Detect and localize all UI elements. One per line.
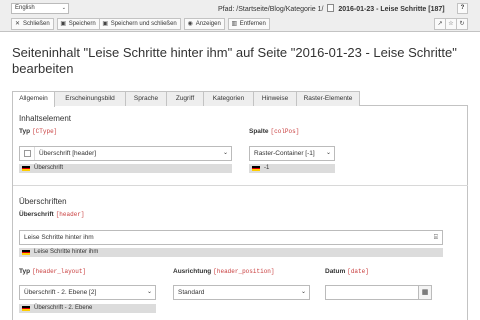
view-button[interactable]: ◉ Anzeigen [183,18,225,30]
delete-button-label: Entfernen [239,21,266,27]
colpos-label-text: Spalte [249,128,269,135]
section-title-inhaltselement: Inhaltselement [19,114,72,123]
german-flag-icon [22,306,30,311]
save-and-close-button-label: Speichern und schließen [110,21,177,27]
save-button[interactable]: ▣ Speichern [56,18,100,30]
colpos-original-value: -1 [249,164,335,173]
header-label: Überschrift [header] [19,211,85,218]
header-position-field-code: [header_position] [213,268,275,275]
colpos-field-code: [colPos] [270,128,300,135]
header-layout-label: Typ [header_layout] [19,268,86,275]
breadcrumb-current-page: 2016-01-23 - Leise Schritte [187] [338,6,445,13]
date-label: Datum [date] [325,268,369,275]
open-new-window-icon: ↗ [437,21,443,27]
header-original-value: Leise Schritte hinter ihm [19,248,443,257]
help-button[interactable]: ? [457,3,468,14]
ctype-field-code: [CType] [32,128,58,135]
chevron-down-icon: ⌄ [300,289,306,295]
header-layout-select-value: Überschrift - 2. Ebene [2] [24,289,97,296]
header-position-select[interactable]: Standard ⌄ [173,285,310,300]
close-icon: ✕ [14,20,21,27]
header-position-label: Ausrichtung [header_position] [173,268,275,275]
chevron-down-icon: ⌄ [325,150,331,156]
save-icon: ▣ [60,20,67,27]
colpos-original-text: -1 [264,165,270,171]
colpos-label: Spalte [colPos] [249,128,299,135]
save-icon: ▣ [102,20,109,27]
reload-button[interactable]: ↻ [456,18,468,30]
breadcrumb: Pfad: /Startseite/Blog/Kategorie 1/ 2016… [218,4,445,13]
german-flag-icon [22,166,30,171]
date-picker-button[interactable]: ▦ [418,285,432,300]
action-toolbar: ✕ Schließen ▣ Speichern ▣ Speichern und … [11,18,270,30]
header-position-select-value: Standard [178,289,205,296]
close-button-label: Schließen [23,21,50,27]
colpos-select[interactable]: Raster-Container [-1] ⌄ [249,146,335,161]
tab-zugriff[interactable]: Zugriff [166,91,204,106]
header-layout-label-text: Typ [19,268,31,275]
ctype-label: Typ [CType] [19,128,57,135]
tab-erscheinungsbild[interactable]: Erscheinungsbild [54,91,126,106]
header-input[interactable]: Leise Schritte hinter ihm ⌸ [19,230,443,245]
chevron-down-icon: ⌄ [61,5,66,11]
tab-hinweise[interactable]: Hinweise [253,91,297,106]
delete-button[interactable]: ▥ Entfernen [227,18,270,30]
view-button-label: Anzeigen [195,21,221,27]
header-layout-field-code: [header_layout] [32,268,87,275]
tab-bar: Allgemein Erscheinungsbild Sprache Zugri… [12,91,468,107]
ctype-original-text: Überschrift [34,165,64,171]
text-field-icon: ⌸ [433,234,438,241]
ctype-label-text: Typ [19,128,31,135]
trash-icon: ▥ [231,20,238,27]
ctype-original-value: Überschrift [19,164,232,173]
page-title: Seiteninhalt "Leise Schritte hinter ihm"… [12,45,457,76]
header-layout-select[interactable]: Überschrift - 2. Ebene [2] ⌄ [19,285,156,300]
date-label-text: Datum [325,268,346,275]
calendar-icon: ▦ [421,289,429,296]
header-position-label-text: Ausrichtung [173,268,212,275]
tab-allgemein[interactable]: Allgemein [12,91,55,107]
header-field-code: [header] [55,211,85,218]
header-layout-original-value: Überschrift - 2. Ebene [19,304,156,313]
save-and-close-button[interactable]: ▣ Speichern und schließen [98,18,181,30]
section-title-ueberschriften: Überschriften [19,197,67,206]
refresh-icon: ↻ [459,21,465,27]
close-button[interactable]: ✕ Schließen [11,18,54,30]
language-select-value: English [15,5,35,11]
section-divider [13,185,468,186]
content-type-icon [20,147,35,160]
tab-raster-elemente[interactable]: Raster-Elemente [296,91,360,106]
tab-kategorien[interactable]: Kategorien [203,91,254,106]
german-flag-icon [252,166,260,171]
german-flag-icon [22,250,30,255]
date-field-code: [date] [347,268,369,275]
chevron-down-icon: ⌄ [146,289,152,295]
tab-panel-allgemein: Inhaltselement Typ [CType] Überschrift [h… [12,106,468,320]
header-label-text: Überschrift [19,211,54,218]
language-select[interactable]: English ⌄ [11,3,69,14]
eye-icon: ◉ [187,20,193,27]
header-layout-original-text: Überschrift - 2. Ebene [34,305,93,311]
breadcrumb-path: Pfad: /Startseite/Blog/Kategorie 1/ [218,6,324,13]
right-toolbar: ↗ ☆ ↻ [434,18,468,30]
header-input-value: Leise Schritte hinter ihm [24,234,94,241]
chevron-down-icon: ⌄ [222,150,228,156]
header-original-text: Leise Schritte hinter ihm [34,249,99,255]
colpos-select-value: Raster-Container [-1] [254,150,315,157]
docheader: English ⌄ Pfad: /Startseite/Blog/Kategor… [0,0,480,32]
page-icon [327,4,335,12]
star-icon: ☆ [448,21,454,27]
ctype-select[interactable]: Überschrift [header] ⌄ [19,146,232,161]
tab-sprache[interactable]: Sprache [125,91,167,106]
save-button-label: Speichern [68,21,96,27]
ctype-select-value: Überschrift [header] [39,150,97,157]
date-input[interactable] [325,285,419,300]
